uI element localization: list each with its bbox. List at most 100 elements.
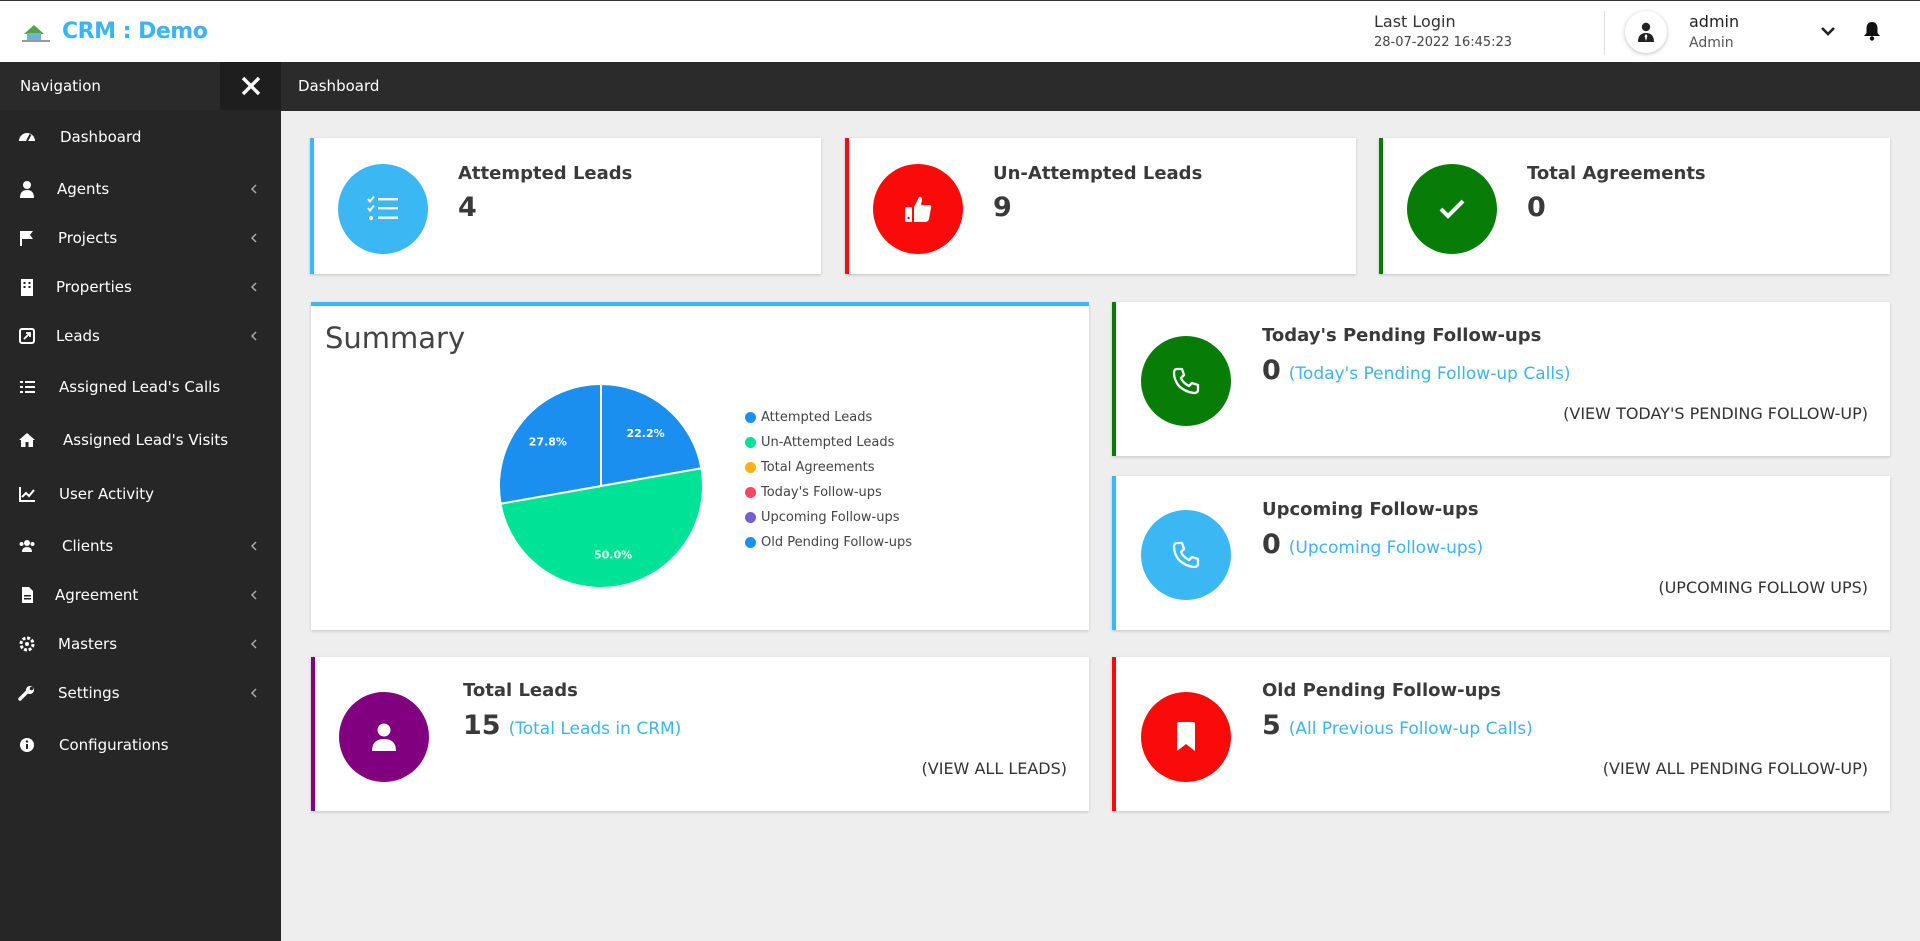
followup-label: Total Leads	[463, 680, 578, 701]
app-logo[interactable]: CRM : Demo	[20, 19, 208, 44]
sidebar-item-leads[interactable]: Leads	[0, 316, 281, 356]
stat-card-attempted-leads[interactable]: Attempted Leads 4	[310, 138, 821, 274]
followup-card-today: Today's Pending Follow-ups 0 (Today's Pe…	[1112, 302, 1890, 456]
followup-count: 5	[1262, 710, 1281, 741]
breadcrumb[interactable]: Dashboard	[298, 77, 379, 95]
view-all-leads-link[interactable]: (VIEW ALL LEADS)	[922, 759, 1067, 778]
sidebar-item-agreement[interactable]: Agreement	[0, 575, 281, 615]
list-check-icon	[20, 381, 35, 393]
last-login-value: 28-07-2022 16:45:23	[1374, 35, 1513, 50]
agent-icon	[20, 181, 34, 198]
legend-item[interactable]: Attempted Leads	[745, 405, 912, 430]
phone-icon	[1172, 541, 1200, 569]
followup-count: 0	[1262, 529, 1281, 560]
chevron-left-icon	[250, 639, 257, 649]
chevron-left-icon	[250, 331, 257, 341]
sidebar-header: Navigation	[0, 62, 281, 110]
close-icon	[241, 76, 260, 96]
stat-value: 9	[993, 192, 1012, 223]
chevron-left-icon	[250, 282, 257, 292]
header-divider	[1604, 11, 1605, 55]
followup-link[interactable]: (Total Leads in CRM)	[509, 719, 682, 739]
stat-card-unattempted-leads[interactable]: Un-Attempted Leads 9	[845, 138, 1356, 274]
legend-item[interactable]: Today's Follow-ups	[745, 480, 912, 505]
sidebar-item-label: Agreement	[55, 586, 139, 604]
followup-link[interactable]: (Upcoming Follow-ups)	[1289, 538, 1483, 558]
pie-slice-label: 22.2%	[626, 427, 664, 440]
legend-label: Today's Follow-ups	[761, 485, 882, 500]
sidebar-item-clients[interactable]: Clients	[0, 526, 281, 566]
legend-item[interactable]: Upcoming Follow-ups	[745, 505, 912, 530]
user-tie-icon	[1638, 22, 1654, 42]
followup-value-row: 0 (Today's Pending Follow-up Calls)	[1262, 355, 1571, 386]
file-icon	[22, 587, 33, 603]
wrench-icon	[18, 686, 34, 701]
app-title: CRM : Demo	[62, 19, 208, 44]
legend-marker	[745, 412, 756, 423]
summary-card: Summary 22.2% 50.0% 27.8% Attempted Leads U…	[311, 302, 1089, 630]
view-upcoming-link[interactable]: (UPCOMING FOLLOW UPS)	[1658, 578, 1868, 597]
sidebar-item-projects[interactable]: Projects	[0, 218, 281, 258]
building-icon	[21, 279, 33, 296]
stat-label: Attempted Leads	[458, 163, 633, 184]
view-all-pending-link[interactable]: (VIEW ALL PENDING FOLLOW-UP)	[1603, 759, 1868, 778]
sidebar-item-assigned-visits[interactable]: Assigned Lead's Visits	[0, 420, 281, 460]
sidebar-item-masters[interactable]: Masters	[0, 624, 281, 664]
legend-label: Total Agreements	[761, 460, 875, 475]
sidebar: Navigation Dashboard Agents Projects Pro…	[0, 62, 281, 941]
close-sidebar-button[interactable]	[220, 62, 281, 110]
followup-value-row: 0 (Upcoming Follow-ups)	[1262, 529, 1483, 560]
legend-label: Un-Attempted Leads	[761, 435, 895, 450]
sidebar-item-label: Dashboard	[60, 128, 142, 146]
chevron-left-icon	[250, 541, 257, 551]
legend-marker	[745, 512, 756, 523]
chevron-left-icon	[250, 184, 257, 194]
pie-slice-label: 50.0%	[594, 548, 632, 561]
followup-icon-circle	[1141, 510, 1231, 600]
info-icon	[20, 738, 34, 752]
last-login: Last Login 28-07-2022 16:45:23	[1374, 12, 1512, 50]
summary-pie-chart[interactable]: 22.2% 50.0% 27.8%	[496, 381, 706, 591]
sidebar-item-label: Settings	[58, 684, 120, 702]
checklist-icon	[367, 195, 398, 220]
sidebar-item-properties[interactable]: Properties	[0, 267, 281, 307]
sidebar-item-assigned-calls[interactable]: Assigned Lead's Calls	[0, 367, 281, 407]
followup-label: Old Pending Follow-ups	[1262, 680, 1502, 701]
followup-card-total-leads: Total Leads 15 (Total Leads in CRM) (VIE…	[311, 657, 1089, 811]
phone-icon	[1172, 367, 1200, 395]
legend-label: Attempted Leads	[761, 410, 873, 425]
followup-icon-circle	[1141, 336, 1231, 426]
view-today-pending-link[interactable]: (VIEW TODAY'S PENDING FOLLOW-UP)	[1563, 404, 1868, 423]
sidebar-item-label: Leads	[56, 327, 100, 345]
chart-legend: Attempted Leads Un-Attempted Leads Total A…	[745, 405, 912, 555]
legend-label: Old Pending Follow-ups	[761, 535, 913, 550]
stat-card-total-agreements[interactable]: Total Agreements 0	[1379, 138, 1890, 274]
followup-link[interactable]: (Today's Pending Follow-up Calls)	[1289, 364, 1571, 384]
leads-icon	[19, 328, 35, 344]
legend-item[interactable]: Total Agreements	[745, 455, 912, 480]
chevron-left-icon	[250, 233, 257, 243]
followup-icon-circle	[1141, 692, 1231, 782]
sidebar-item-agents[interactable]: Agents	[0, 169, 281, 209]
stat-icon-circle	[873, 164, 963, 254]
sidebar-item-dashboard[interactable]: Dashboard	[0, 117, 281, 157]
line-chart-icon	[19, 487, 35, 502]
speedometer-icon	[19, 133, 35, 142]
sidebar-item-user-activity[interactable]: User Activity	[0, 474, 281, 514]
flag-icon	[20, 231, 33, 246]
bookmark-icon	[1177, 722, 1195, 751]
stat-icon-circle	[1407, 164, 1497, 254]
bell-icon[interactable]	[1862, 20, 1882, 42]
user-name[interactable]: admin	[1689, 12, 1739, 31]
followup-value-row: 15 (Total Leads in CRM)	[463, 710, 681, 741]
legend-item[interactable]: Un-Attempted Leads	[745, 430, 912, 455]
followup-link[interactable]: (All Previous Follow-up Calls)	[1289, 719, 1533, 739]
sidebar-item-settings[interactable]: Settings	[0, 673, 281, 713]
sidebar-item-configurations[interactable]: Configurations	[0, 725, 281, 765]
legend-item[interactable]: Old Pending Follow-ups	[745, 530, 912, 555]
followup-icon-circle	[339, 692, 429, 782]
logo-icon	[22, 24, 50, 42]
followup-count: 0	[1262, 355, 1281, 386]
avatar[interactable]	[1625, 11, 1667, 53]
chevron-down-icon[interactable]	[1818, 21, 1838, 41]
